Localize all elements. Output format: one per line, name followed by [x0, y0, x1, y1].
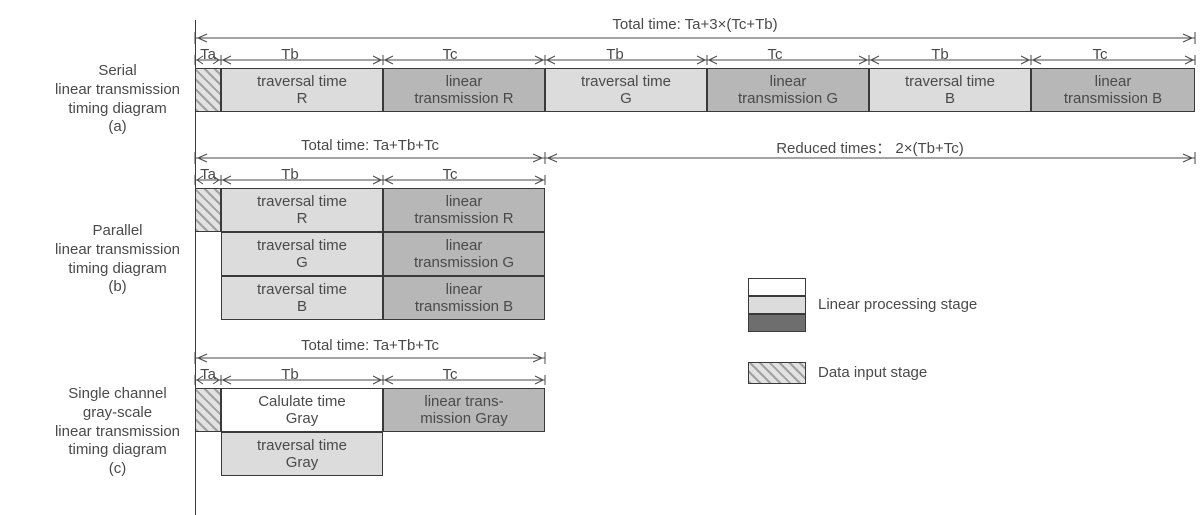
legend-data-input-text: Data input stage: [818, 364, 927, 381]
ta-label-b: Ta: [190, 166, 226, 183]
tc3-text-a: Tc: [1093, 46, 1108, 63]
tc-text-c: Tc: [443, 366, 458, 383]
dim-total-b: [195, 158, 1195, 159]
dim-total-c: [195, 358, 545, 359]
lin-g-text-b: lineartransmission G: [414, 237, 514, 272]
ta-label-a: Ta: [190, 46, 226, 63]
section-c-title: Single channelgray-scalelinear transmiss…: [40, 385, 195, 479]
calc-gray-block-c: Calulate timeGray: [221, 388, 383, 432]
tb-text-c: Tb: [281, 366, 299, 383]
tb1-text-a: Tb: [281, 46, 299, 63]
section-b-title: Parallellinear transmissiontiming diagra…: [40, 222, 195, 297]
trav-r-block-b: traversal timeR: [221, 188, 383, 232]
tc3-label-a: Tc: [1070, 46, 1130, 63]
tc-label-c: Tc: [420, 366, 480, 383]
total-label-a: Total time: Ta+3×(Tc+Tb): [195, 16, 1195, 33]
total-label-b: Total time: Ta+Tb+Tc: [195, 137, 545, 154]
lin-r-block-b: lineartransmission R: [383, 188, 545, 232]
trav-b-block-b: traversal timeB: [221, 276, 383, 320]
ta-label-c: Ta: [190, 366, 226, 383]
trav-g-text-b: traversal timeG: [257, 237, 347, 272]
trav-b-text-a: traversal timeB: [905, 73, 995, 108]
legend-swatch-hatch: [748, 362, 806, 384]
trav-g-text-a: traversal timeG: [581, 73, 671, 108]
tc1-label-a: Tc: [420, 46, 480, 63]
total-label-a-text: Total time: Ta+3×(Tc+Tb): [612, 16, 777, 33]
lin-r-text-a: lineartransmission R: [414, 73, 513, 108]
tc1-text-a: Tc: [443, 46, 458, 63]
trav-b-text-b: traversal timeB: [257, 281, 347, 316]
dim-total-a: [195, 38, 1195, 39]
trav-r-block-a: traversal timeR: [221, 68, 383, 112]
dim-row-b: [195, 180, 545, 181]
lin-g-block-a: lineartransmission G: [707, 68, 869, 112]
trav-r-text-a: traversal timeR: [257, 73, 347, 108]
lin-b-text-a: lineartransmission B: [1064, 73, 1162, 108]
tb3-label-a: Tb: [910, 46, 970, 63]
legend-linear-stage: Linear processing stage: [818, 296, 977, 313]
reduced-label-b-text: Reduced times： 2×(Tb+Tc): [776, 140, 964, 157]
tc2-text-a: Tc: [768, 46, 783, 63]
section-b-title-text: Parallellinear transmissiontiming diagra…: [55, 222, 180, 295]
lin-r-text-b: lineartransmission R: [414, 193, 513, 228]
lin-gray-block-c: linear trans-mission Gray: [383, 388, 545, 432]
ta-text-b: Ta: [200, 166, 216, 183]
lin-b-block-a: lineartransmission B: [1031, 68, 1195, 112]
ta-block-c: [195, 388, 221, 432]
trav-r-text-b: traversal timeR: [257, 193, 347, 228]
lin-r-block-a: lineartransmission R: [383, 68, 545, 112]
legend-linear-text: Linear processing stage: [818, 296, 977, 313]
section-c-title-text: Single channelgray-scalelinear transmiss…: [55, 385, 180, 477]
dim-row-c: [195, 380, 545, 381]
trav-g-block-a: traversal timeG: [545, 68, 707, 112]
legend-swatch-white: [748, 278, 806, 296]
dim-row-a: [195, 60, 1195, 61]
lin-g-block-b: lineartransmission G: [383, 232, 545, 276]
total-label-c: Total time: Ta+Tb+Tc: [195, 337, 545, 354]
tc-label-b: Tc: [420, 166, 480, 183]
tb1-label-a: Tb: [260, 46, 320, 63]
tc-text-b: Tc: [443, 166, 458, 183]
legend-swatch-light: [748, 296, 806, 314]
tc2-label-a: Tc: [745, 46, 805, 63]
lin-g-text-a: lineartransmission G: [738, 73, 838, 108]
calc-gray-text-c: Calulate timeGray: [258, 393, 346, 428]
trav-b-block-a: traversal timeB: [869, 68, 1031, 112]
trav-gray-text-c: traversal timeGray: [257, 437, 347, 472]
legend-data-input: Data input stage: [818, 364, 927, 381]
reduced-label-b: Reduced times： 2×(Tb+Tc): [545, 137, 1195, 158]
lin-b-text-b: lineartransmission B: [415, 281, 513, 316]
ta-block-b: [195, 188, 221, 232]
lin-gray-text-c: linear trans-mission Gray: [420, 393, 508, 428]
tb-text-b: Tb: [281, 166, 299, 183]
tb3-text-a: Tb: [931, 46, 949, 63]
tb2-label-a: Tb: [585, 46, 645, 63]
ta-text-c: Ta: [200, 366, 216, 383]
total-label-c-text: Total time: Ta+Tb+Tc: [301, 337, 439, 354]
ta-block-a: [195, 68, 221, 112]
tb-label-b: Tb: [260, 166, 320, 183]
section-a-title-text: Seriallinear transmissiontiming diagram(…: [55, 62, 180, 135]
tb2-text-a: Tb: [606, 46, 624, 63]
trav-g-block-b: traversal timeG: [221, 232, 383, 276]
legend-swatch-dark: [748, 314, 806, 332]
tb-label-c: Tb: [260, 366, 320, 383]
section-a-title: Seriallinear transmissiontiming diagram(…: [40, 62, 195, 137]
trav-gray-block-c: traversal timeGray: [221, 432, 383, 476]
lin-b-block-b: lineartransmission B: [383, 276, 545, 320]
ta-text-a: Ta: [200, 46, 216, 63]
total-label-b-text: Total time: Ta+Tb+Tc: [301, 137, 439, 154]
